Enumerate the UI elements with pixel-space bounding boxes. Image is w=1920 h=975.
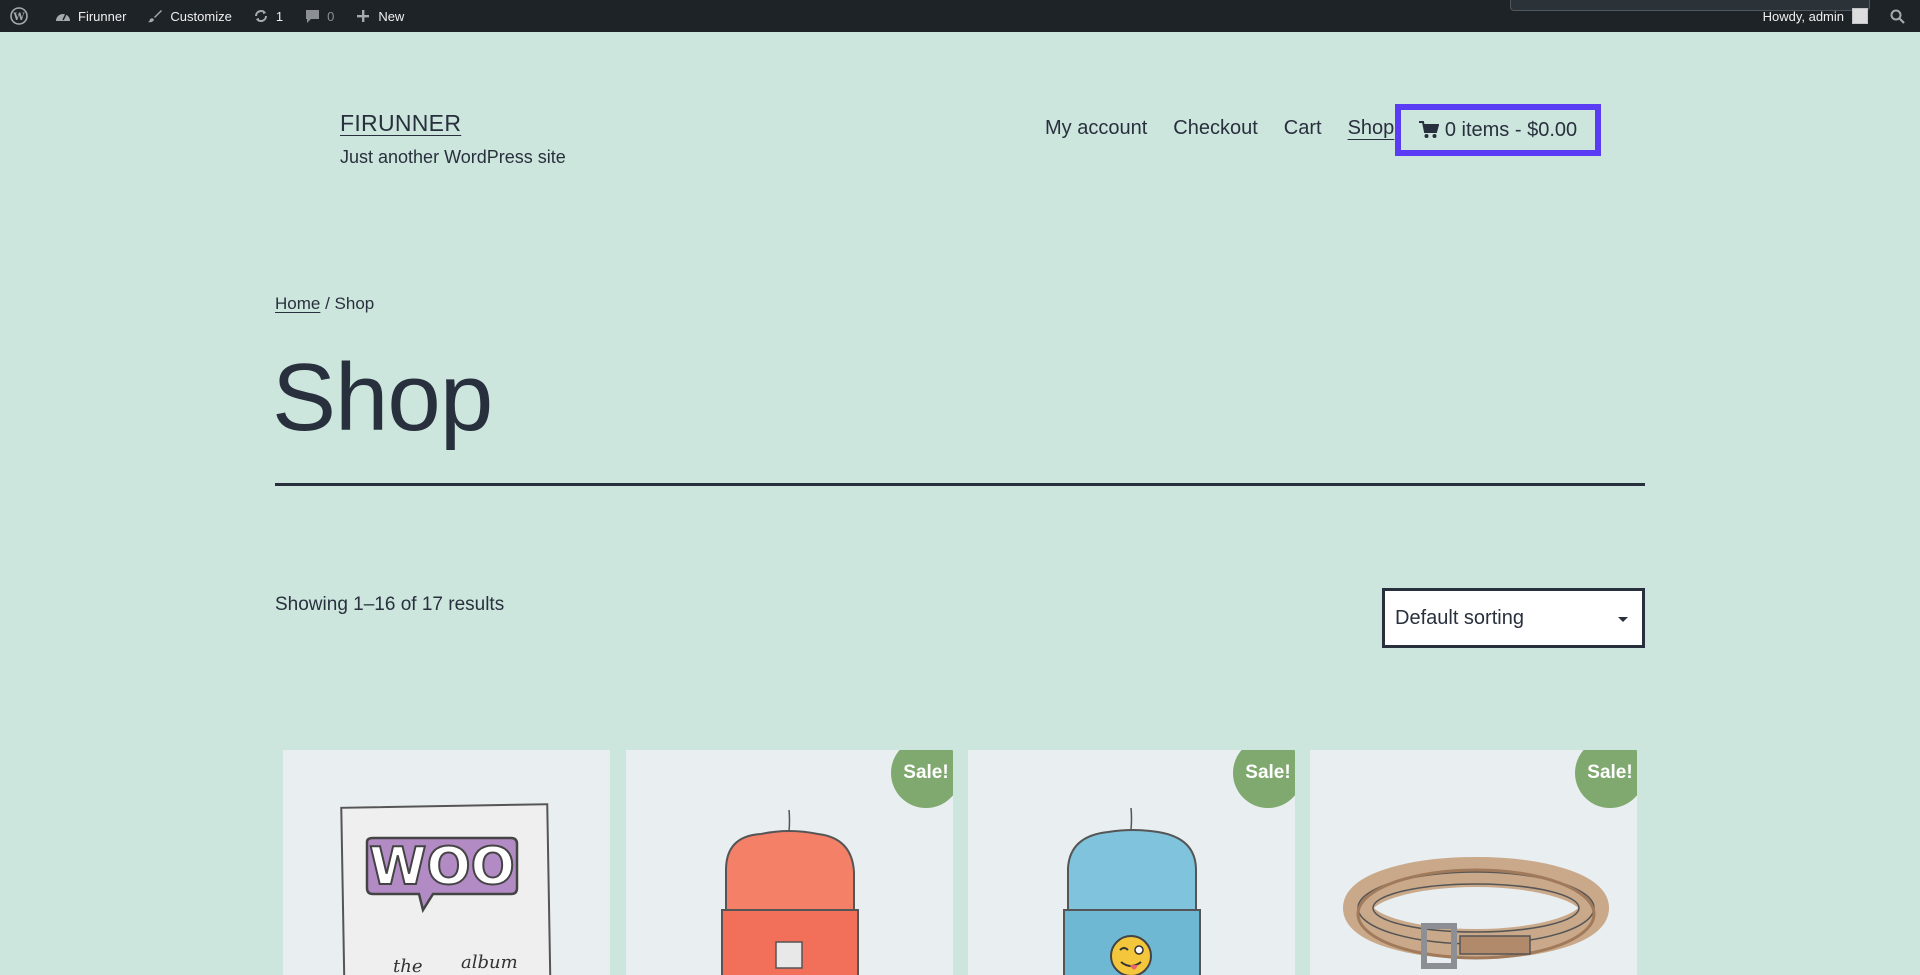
- mini-cart-link[interactable]: 0 items - $0.00: [1395, 104, 1601, 156]
- comment-icon: [303, 7, 321, 25]
- nav-cart[interactable]: Cart: [1284, 117, 1322, 140]
- sorting-selected-value: Default sorting: [1395, 606, 1524, 629]
- my-account-menu[interactable]: Howdy, admin: [1753, 0, 1878, 32]
- site-name-button[interactable]: Firunner: [44, 0, 136, 32]
- breadcrumb-current: Shop: [334, 294, 375, 313]
- svg-text:WOO: WOO: [369, 837, 515, 897]
- updates-button[interactable]: 1: [242, 0, 293, 32]
- breadcrumb-home[interactable]: Home: [275, 294, 320, 313]
- sorting-select[interactable]: Default sorting: [1382, 588, 1645, 648]
- new-label: New: [378, 8, 405, 24]
- new-content-button[interactable]: New: [344, 0, 414, 32]
- breadcrumb: Home / Shop: [275, 294, 374, 314]
- customize-label: Customize: [170, 8, 232, 24]
- product-card-leather-belt[interactable]: Sale!: [1310, 750, 1637, 975]
- updates-count: 1: [275, 8, 284, 24]
- brush-icon: [146, 7, 164, 25]
- refresh-icon: [252, 7, 270, 25]
- nav-shop[interactable]: Shop: [1348, 117, 1395, 140]
- product-card-woo-album[interactable]: WOO the album: [283, 750, 610, 975]
- woo-album-image: WOO the album: [340, 803, 552, 975]
- site-title[interactable]: FIRUNNER: [340, 110, 461, 137]
- title-divider: [275, 483, 1645, 486]
- customize-button[interactable]: Customize: [136, 0, 241, 32]
- breadcrumb-separator: /: [320, 294, 335, 313]
- admin-search-button[interactable]: [1878, 0, 1920, 32]
- site-tagline: Just another WordPress site: [340, 147, 566, 167]
- dashboard-icon: [54, 7, 72, 25]
- cart-icon: [1418, 121, 1440, 139]
- nav-checkout[interactable]: Checkout: [1173, 117, 1258, 140]
- result-count: Showing 1–16 of 17 results: [275, 594, 505, 615]
- svg-text:W: W: [12, 12, 25, 23]
- wordpress-icon: W: [10, 7, 28, 25]
- site-name-label: Firunner: [78, 8, 127, 24]
- wordpress-logo-button[interactable]: W: [0, 0, 44, 32]
- svg-text:the: the: [393, 956, 422, 975]
- caret-down-icon: [1618, 617, 1628, 622]
- product-card-blue-beanie[interactable]: Sale!: [968, 750, 1295, 975]
- comments-button[interactable]: 0: [293, 0, 344, 32]
- avatar: [1852, 8, 1868, 24]
- plus-icon: [354, 7, 372, 25]
- admin-bar: W Firunner Customize 1 0 New Howdy, admi…: [0, 0, 1920, 32]
- search-icon: [1888, 7, 1906, 25]
- cart-summary: 0 items - $0.00: [1444, 118, 1578, 141]
- product-card-red-beanie[interactable]: Sale!: [626, 750, 953, 975]
- svg-text:album: album: [461, 952, 518, 973]
- comments-count: 0: [327, 8, 335, 24]
- primary-navigation: My account Checkout Cart Shop: [1045, 117, 1394, 140]
- nav-my-account[interactable]: My account: [1045, 117, 1147, 140]
- howdy-label: Howdy, admin: [1762, 8, 1844, 24]
- page-title: Shop: [272, 344, 493, 451]
